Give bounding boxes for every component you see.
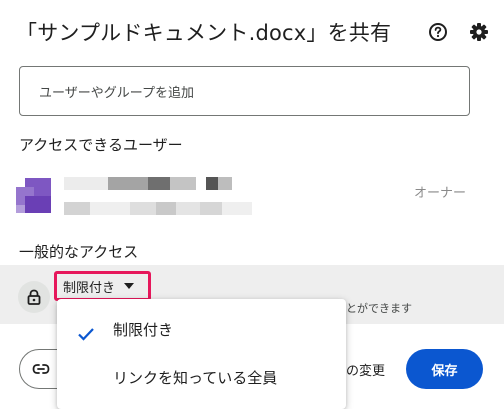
- access-description: ことができます: [335, 302, 412, 315]
- general-access-select[interactable]: 制限付き: [54, 271, 151, 301]
- gear-icon[interactable]: [466, 19, 492, 45]
- general-access-dropdown-menu: 制限付き リンクを知っている全員: [57, 299, 346, 409]
- menu-item-label: 制限付き: [113, 320, 174, 339]
- check-icon: [77, 327, 95, 345]
- menu-item-label: リンクを知っている全員: [113, 368, 278, 387]
- menu-item-restricted[interactable]: 制限付き: [57, 305, 346, 353]
- add-people-placeholder: ユーザーやグループを追加: [39, 85, 194, 101]
- people-with-access-heading: アクセスできるユーザー: [19, 136, 183, 154]
- help-icon[interactable]: [425, 19, 451, 45]
- link-icon: [32, 360, 50, 379]
- avatar: [16, 178, 51, 213]
- general-access-heading: 一般的なアクセス: [19, 243, 139, 261]
- dialog-title: 「サンプルドキュメント.docx」を共有: [16, 21, 392, 45]
- menu-item-anyone-with-link[interactable]: リンクを知っている全員: [57, 353, 346, 401]
- caret-down-icon: [124, 283, 135, 289]
- change-link-text[interactable]: の変更: [346, 360, 385, 379]
- general-access-selected-label: 制限付き: [63, 280, 116, 296]
- save-button[interactable]: 保存: [406, 349, 483, 389]
- owner-role-label: オーナー: [414, 186, 467, 201]
- add-people-input[interactable]: ユーザーやグループを追加: [19, 66, 470, 116]
- lock-icon: [18, 281, 50, 313]
